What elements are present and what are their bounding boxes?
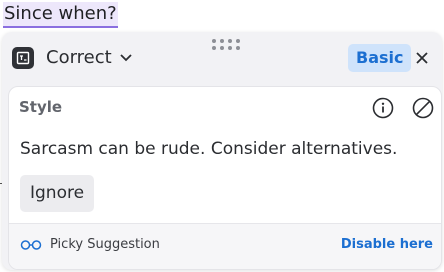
suggestion-popup: Correct Basic Style Sarcasm can be rude.… xyxy=(2,32,442,270)
glasses-icon xyxy=(20,240,42,250)
disable-icon[interactable] xyxy=(412,97,434,119)
info-icon[interactable] xyxy=(372,97,394,119)
suggestion-message: Sarcasm can be rude. Consider alternativ… xyxy=(20,139,398,159)
close-icon[interactable] xyxy=(414,50,430,66)
suggestion-category: Style xyxy=(19,98,63,116)
plan-badge[interactable]: Basic xyxy=(348,44,412,72)
chevron-down-icon[interactable] xyxy=(118,51,134,65)
highlighted-text[interactable]: Since when? xyxy=(3,2,118,28)
suggestion-card: Style Sarcasm can be rude. Consider alte… xyxy=(8,86,442,270)
drag-handle-icon[interactable] xyxy=(212,39,242,51)
ignore-button[interactable]: Ignore xyxy=(20,175,95,212)
picky-suggestion-label: Picky Suggestion xyxy=(50,237,160,252)
writing-tool-icon[interactable] xyxy=(12,47,34,69)
card-footer: Picky Suggestion Disable here xyxy=(9,223,441,269)
disable-here-link[interactable]: Disable here xyxy=(341,236,433,254)
mode-dropdown-label[interactable]: Correct xyxy=(46,46,112,70)
